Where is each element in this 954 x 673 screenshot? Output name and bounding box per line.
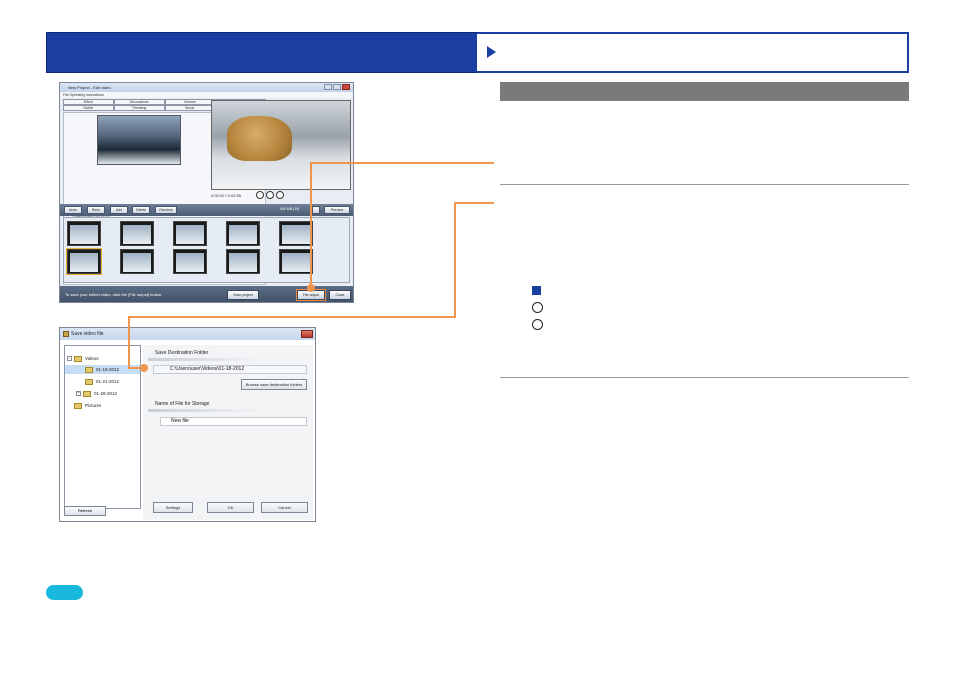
- folder-icon: [74, 355, 82, 362]
- tree-item-01-26-2012[interactable]: +01-26-2012: [76, 389, 117, 398]
- folder-icon: [85, 366, 93, 373]
- divider: [148, 409, 263, 412]
- collapse-icon[interactable]: -: [67, 356, 72, 362]
- window-controls: [324, 84, 350, 90]
- preview-button[interactable]: Preview: [324, 206, 350, 214]
- expand-icon[interactable]: +: [76, 391, 81, 397]
- square-bullet-icon: [532, 286, 541, 295]
- tab-music[interactable]: Music: [164, 105, 216, 111]
- divider: [500, 377, 909, 378]
- connector-line: [310, 162, 494, 164]
- video-time: 0:00:00 / 0:02:55: [211, 193, 242, 198]
- clip-thumbnail[interactable]: [226, 221, 260, 246]
- clip-thumbnail[interactable]: [279, 249, 313, 274]
- clip-thumbnail[interactable]: [66, 248, 102, 275]
- section-heading-bar: [500, 82, 909, 101]
- tree-item-pictures[interactable]: Pictures: [74, 401, 101, 410]
- triangle-arrow-icon: [487, 46, 496, 58]
- divider: [500, 184, 909, 185]
- close-icon[interactable]: [342, 84, 350, 90]
- circle-bullet-icon: [532, 319, 543, 330]
- status-message: To save your edited video, click the [Fi…: [65, 292, 163, 297]
- tree-label: Videos: [85, 356, 99, 361]
- volume-icon[interactable]: [256, 191, 264, 199]
- tree-label: 01-21-2012: [96, 379, 120, 384]
- browse-folders-button[interactable]: Browse save destination folders: [241, 379, 307, 390]
- storage-label: 500 MB (10): [280, 207, 300, 211]
- clip-thumbnail[interactable]: [120, 249, 154, 274]
- close-icon[interactable]: [301, 330, 313, 338]
- tab-trimming[interactable]: Trimming: [113, 105, 165, 111]
- clip-thumbnail[interactable]: [279, 221, 313, 246]
- play-icon[interactable]: [276, 191, 284, 199]
- delete-button[interactable]: Delete: [132, 206, 150, 214]
- file-name-input[interactable]: New file: [160, 417, 307, 426]
- connector-line: [128, 316, 130, 368]
- clip-thumbnail[interactable]: [173, 221, 207, 246]
- connector-line: [310, 162, 312, 287]
- folder-tree: - Videos 01-18-2012 01-21-2012 +01-26-201…: [64, 345, 141, 509]
- video-controls: [256, 191, 284, 199]
- eject-icon[interactable]: [312, 206, 320, 214]
- connector-dot: [140, 364, 148, 372]
- folder-icon: [85, 378, 93, 385]
- clip-timeline: [63, 217, 350, 283]
- connector-line: [454, 202, 494, 204]
- video-preview: [211, 100, 351, 190]
- folder-icon: [63, 331, 69, 337]
- clip-thumbnail[interactable]: [120, 221, 154, 246]
- tree-label: 01-26-2012: [94, 391, 118, 396]
- clip-thumbnail[interactable]: [67, 221, 101, 246]
- manual-page: New Project - Edit video File Operating …: [0, 0, 954, 673]
- connector-dot: [307, 284, 315, 292]
- dialog-title-text: Save video file: [71, 331, 104, 337]
- circle-bullet-icon: [532, 302, 543, 313]
- note-badge: [46, 585, 83, 600]
- tab-divide[interactable]: Divide: [63, 105, 114, 111]
- add-button[interactable]: Add: [110, 206, 128, 214]
- refresh-button[interactable]: Refresh: [64, 506, 106, 516]
- destination-label: Save Destination Folder: [155, 350, 209, 356]
- minimize-icon[interactable]: [324, 84, 332, 90]
- tree-item-01-21-2012[interactable]: 01-21-2012: [85, 377, 119, 386]
- redo-button[interactable]: Redo: [87, 206, 105, 214]
- settings-button[interactable]: Settings: [153, 502, 193, 513]
- close-button[interactable]: Close: [329, 290, 351, 300]
- save-video-file-dialog: Save video file - Videos 01-18-2012 01-21…: [59, 327, 316, 522]
- connector-line: [454, 202, 456, 317]
- ok-button[interactable]: OK: [207, 502, 254, 513]
- tree-item-videos[interactable]: - Videos: [67, 354, 99, 363]
- clip-thumbnail[interactable]: [173, 249, 207, 274]
- cancel-button[interactable]: Cancel: [261, 502, 308, 513]
- random-button[interactable]: Random: [155, 206, 177, 214]
- folder-icon: [83, 390, 91, 397]
- stop-icon[interactable]: [266, 191, 274, 199]
- window-title: New Project - Edit video: [60, 83, 353, 92]
- save-project-button[interactable]: Save project: [227, 290, 259, 300]
- maximize-icon[interactable]: [333, 84, 341, 90]
- tree-label: 01-18-2012: [96, 367, 120, 372]
- save-settings-pane: Save Destination Folder C:\Users\user\Vi…: [143, 345, 313, 520]
- header-topic-box: [477, 32, 909, 73]
- clip-preview-thumbnail: [97, 115, 181, 165]
- connector-line: [128, 316, 456, 318]
- dialog-title: Save video file: [60, 328, 315, 340]
- file-name-label: Name of File for Storage: [155, 401, 210, 407]
- menu-bar[interactable]: File Operating Instructions: [60, 92, 353, 98]
- clip-thumbnail[interactable]: [226, 249, 260, 274]
- dog-image: [227, 116, 292, 161]
- tree-label: Pictures: [85, 403, 102, 408]
- destination-path-field: C:\Users\user\Videos\01-18-2012: [153, 365, 307, 374]
- divider: [148, 358, 263, 361]
- folder-icon: [74, 402, 82, 409]
- undo-button[interactable]: Undo: [64, 206, 82, 214]
